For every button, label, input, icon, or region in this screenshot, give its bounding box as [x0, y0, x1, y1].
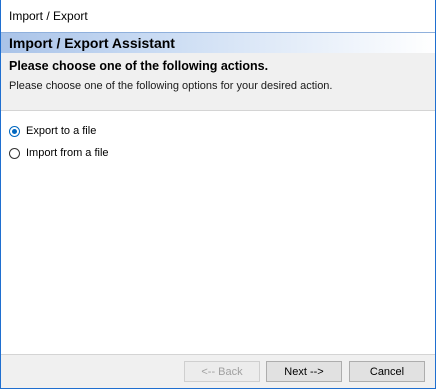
option-export-to-file[interactable]: Export to a file: [9, 121, 427, 141]
assistant-title: Import / Export Assistant: [9, 35, 175, 51]
instruction-heading: Please choose one of the following actio…: [9, 59, 269, 73]
radio-dot-icon: [12, 128, 17, 134]
window-titlebar: Import / Export: [1, 0, 435, 32]
instruction-text: Please choose one of the following optio…: [9, 80, 333, 92]
back-button[interactable]: <-- Back: [184, 361, 260, 382]
button-bar: <-- Back Next --> Cancel: [1, 354, 435, 388]
option-import-label[interactable]: Import from a file: [26, 147, 109, 159]
instruction-panel: Please choose one of the following actio…: [1, 53, 435, 111]
option-export-label[interactable]: Export to a file: [26, 125, 96, 137]
cancel-button[interactable]: Cancel: [349, 361, 425, 382]
option-import-from-file[interactable]: Import from a file: [9, 143, 427, 163]
options-panel: Export to a file Import from a file: [1, 111, 435, 321]
radio-button-selected[interactable]: [9, 125, 20, 137]
window-title: Import / Export: [9, 9, 88, 23]
assistant-banner: Import / Export Assistant: [1, 32, 435, 53]
next-button[interactable]: Next -->: [266, 361, 342, 382]
radio-button[interactable]: [9, 147, 20, 159]
import-export-window: Import / Export Import / Export Assistan…: [0, 0, 436, 389]
